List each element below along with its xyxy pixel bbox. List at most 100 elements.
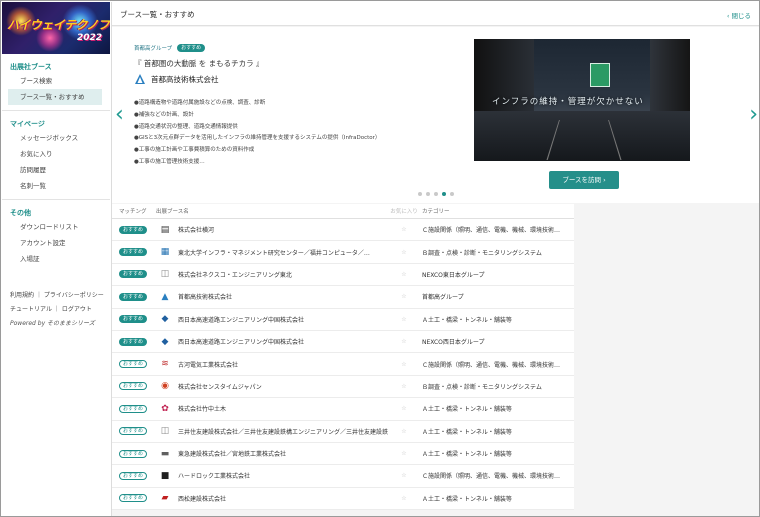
match-cell: おすすめ [112, 404, 156, 413]
event-logo[interactable]: ハイウェイテクノフェア 2022 [2, 2, 110, 54]
booth-name-link[interactable]: 東北大学インフラ・マネジメント研究センター／福井コンピュータ／… [178, 248, 370, 257]
logo-year: 2022 [76, 33, 102, 43]
booth-name-link[interactable]: 株式会社ネクスコ・エンジニアリング東北 [178, 270, 292, 279]
header-category: カテゴリー [422, 209, 450, 215]
favorite-star-icon[interactable]: ☆ [388, 472, 420, 479]
table-row[interactable]: おすすめ ■ ハードロック工業株式会社 ☆ Ｃ施設関係（照明、通信、電機、機械、環境技術… [112, 465, 574, 488]
recommend-badge: おすすめ [119, 292, 148, 301]
table-row[interactable]: おすすめ ◫ 三井住友建設株式会社／三井住友建設鉄構エンジニアリング／三井住友建設鉄… [112, 421, 574, 443]
category-cell: Ａ土工・橋梁・トンネル・舗装等 [422, 316, 512, 324]
category-cell: Ｃ施設関係（照明、通信、電機、機械、環境技術… [422, 473, 561, 481]
category-cell: Ａ土工・橋梁・トンネル・舗装等 [422, 428, 512, 436]
table-row[interactable]: おすすめ ▰ 西松建設株式会社 ☆ Ａ土工・橋梁・トンネル・舗装等 [112, 488, 574, 511]
sidebar-item[interactable]: ダウンロードリスト [10, 219, 110, 235]
booth-name-link[interactable]: 株式会社横河 [178, 225, 214, 234]
sidebar-item[interactable]: 名刺一覧 [10, 178, 110, 194]
slide-bullet: ●工事の施工計画や工事費積算のための資料作成 [134, 147, 255, 154]
booth-name-link[interactable]: 西日本高速道路エンジニアリング中国株式会社 [178, 337, 304, 346]
category-cell: NEXCO東日本グループ [422, 271, 485, 279]
logout-link[interactable]: ログアウト [62, 306, 92, 313]
table-row[interactable]: おすすめ ▤ 株式会社横河 ☆ Ｃ施設関係（照明、通信、電機、機械、環境技術… [112, 219, 574, 242]
category-cell: Ｃ施設関係（照明、通信、電機、機械、環境技術… [422, 361, 561, 369]
match-cell: おすすめ [112, 471, 156, 480]
booth-name-link[interactable]: 西日本高速道路エンジニアリング中国株式会社 [178, 315, 304, 324]
favorite-star-icon[interactable]: ☆ [388, 293, 420, 300]
sidebar-item[interactable]: ブース検索 [10, 73, 110, 89]
table-row[interactable]: おすすめ ✿ 株式会社竹中土木 ☆ Ａ土工・橋梁・トンネル・舗装等 [112, 398, 574, 421]
match-cell: おすすめ [112, 494, 156, 503]
slide-info: 首都高グループ おすすめ 『 首都圏の大動脈 を まもるチカラ 』 首都高技術株… [134, 43, 464, 169]
booth-name-link[interactable]: 古河電気工業株式会社 [178, 360, 238, 369]
category-cell: Ｂ調査・点検・診断・モニタリングシステム [422, 383, 542, 391]
company-logo-icon: ▤ [160, 224, 170, 235]
sidebar-item[interactable]: アカウント設定 [10, 235, 110, 251]
nav-section: マイページ メッセージボックス お気に入り 訪問履歴 名刺一覧 [2, 118, 110, 194]
table-row[interactable]: おすすめ ◆ 西日本高速道路エンジニアリング中国株式会社 ☆ NEXCO西日本グループ [112, 331, 574, 354]
favorite-star-icon[interactable]: ☆ [388, 450, 420, 457]
table-row[interactable]: おすすめ ▬ 東急建設株式会社／宮地鉄工業株式会社 ☆ Ａ土工・橋梁・トンネル・舗装等 [112, 443, 574, 466]
company-logo-icon: ✿ [161, 403, 169, 414]
booth-name-link[interactable]: 株式会社竹中土木 [178, 404, 226, 413]
slide-company-name[interactable]: 首都高技術株式会社 [151, 74, 219, 85]
slide-bullet: ●道路交通状況の整理、道路交通情報提供 [134, 123, 238, 130]
booth-name-link[interactable]: 三井住友建設株式会社／三井住友建設鉄構エンジニアリング／三井住友建設鉄構エン… [178, 427, 388, 436]
table-row[interactable]: おすすめ ▲ 首都高技術株式会社 ☆ 首都高グループ [112, 286, 574, 309]
slide-bullet: ●道路構造物や道路付属施設などの点検、調査、診断 [134, 100, 266, 106]
sidebar-item[interactable]: ブース一覧・おすすめ [8, 89, 102, 105]
visit-booth-button[interactable]: ブースを訪問 › [549, 171, 619, 189]
name-cell: ▲ 首都高技術株式会社 [156, 290, 388, 304]
sidebar-nav: 出展社ブース ブース検索 ブース一覧・おすすめ マイページ メッセージボックス お気に入り… [2, 61, 110, 267]
favorite-star-icon[interactable]: ☆ [388, 405, 420, 412]
company-logo-icon: ≋ [161, 359, 169, 370]
sidebar-item[interactable]: お気に入り [10, 146, 110, 162]
terms-link[interactable]: 利用規約 [10, 292, 34, 299]
recommend-badge: おすすめ [119, 449, 148, 458]
favorite-star-icon[interactable]: ☆ [388, 383, 420, 390]
carousel-dot[interactable] [434, 192, 438, 196]
carousel-dot[interactable] [426, 192, 430, 196]
recommend-badge: おすすめ [119, 404, 148, 413]
favorite-star-icon[interactable]: ☆ [388, 249, 420, 256]
favorite-star-icon[interactable]: ☆ [388, 226, 420, 233]
carousel-prev-icon[interactable]: ‹ [115, 104, 124, 126]
table-row[interactable]: おすすめ ◉ 株式会社センスタイムジャパン ☆ Ｂ調査・点検・診断・モニタリングシステム [112, 376, 574, 399]
carousel-dot[interactable] [442, 192, 446, 196]
favorite-star-icon[interactable]: ☆ [388, 271, 420, 278]
company-logo-icon: ▰ [161, 493, 169, 504]
booth-name-link[interactable]: 西松建設株式会社 [178, 494, 226, 503]
slide-category: 首都高グループ [134, 46, 173, 52]
table-row[interactable]: おすすめ ≋ 古河電気工業株式会社 ☆ Ｃ施設関係（照明、通信、電機、機械、環境技術… [112, 353, 574, 376]
sidebar-item[interactable]: 入場証 [10, 251, 110, 267]
sidebar-divider [2, 199, 110, 200]
sidebar-item[interactable]: 訪問履歴 [10, 162, 110, 178]
favorite-star-icon[interactable]: ☆ [388, 338, 420, 345]
slide-bullets: ●道路構造物や道路付属施設などの点検、調査、診断 ●補強などの計画、設計 ●道路交通… [134, 98, 464, 169]
close-button[interactable]: ‹ 閉じる [727, 10, 751, 20]
favorite-star-icon[interactable]: ☆ [388, 316, 420, 323]
tutorial-link[interactable]: チュートリアル [10, 306, 52, 313]
carousel-dot[interactable] [450, 192, 454, 196]
booth-name-link[interactable]: 東急建設株式会社／宮地鉄工業株式会社 [178, 449, 286, 458]
booth-name-link[interactable]: 首都高技術株式会社 [178, 292, 232, 301]
recommend-badge: おすすめ [177, 44, 206, 52]
sidebar-item[interactable]: メッセージボックス [10, 130, 110, 146]
table-row[interactable]: おすすめ ▦ 東北大学インフラ・マネジメント研究センター／福井コンピュータ／… ☆ Ｂ調… [112, 241, 574, 264]
sidebar-footer: 利用規約 ｜ プライバシーポリシー チュートリアル ｜ ログアウト Powere… [10, 289, 104, 331]
carousel-next-icon[interactable]: › [749, 104, 758, 126]
privacy-link[interactable]: プライバシーポリシー [44, 292, 104, 299]
favorite-star-icon[interactable]: ☆ [388, 495, 420, 502]
recommend-badge: おすすめ [119, 382, 148, 391]
booth-name-link[interactable]: 株式会社センスタイムジャパン [178, 382, 262, 391]
favorite-star-icon[interactable]: ☆ [388, 428, 420, 435]
booth-name-link[interactable]: ハードロック工業株式会社 [178, 471, 250, 480]
name-cell: ◉ 株式会社センスタイムジャパン [156, 379, 388, 393]
table-row[interactable]: おすすめ ◆ 西日本高速道路エンジニアリング中国株式会社 ☆ Ａ土工・橋梁・トンネル・舗… [112, 309, 574, 331]
name-cell: ◆ 西日本高速道路エンジニアリング中国株式会社 [156, 335, 388, 349]
table-body: おすすめ ▤ 株式会社横河 ☆ Ｃ施設関係（照明、通信、電機、機械、環境技術… おすすめ ▦… [112, 219, 574, 511]
carousel-dot[interactable] [418, 192, 422, 196]
table-row[interactable]: おすすめ ◫ 株式会社ネクスコ・エンジニアリング東北 ☆ NEXCO東日本グループ [112, 264, 574, 287]
name-cell: ≋ 古河電気工業株式会社 [156, 357, 388, 371]
favorite-star-icon[interactable]: ☆ [388, 361, 420, 368]
category-cell: NEXCO西日本グループ [422, 339, 485, 347]
recommend-badge: おすすめ [119, 270, 148, 279]
